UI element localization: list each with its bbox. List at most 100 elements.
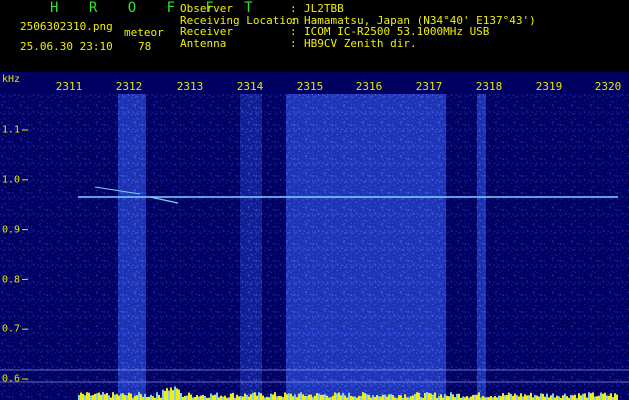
spectrum-bar xyxy=(416,392,418,400)
spectrum-bar xyxy=(372,395,374,400)
spectrum-bar xyxy=(378,396,380,400)
spectrum-bar xyxy=(304,395,306,400)
spectrum-bar xyxy=(458,393,460,400)
spectrum-bar xyxy=(596,396,598,400)
time-axis: 2311 2312 2313 2314 2315 2316 2317 2318 … xyxy=(0,80,629,94)
spectrum-bar xyxy=(284,392,286,400)
spectrum-bar xyxy=(438,396,440,400)
spectrum-bar xyxy=(170,387,172,400)
spectrum-bar xyxy=(318,393,320,400)
spectrum-bar xyxy=(336,393,338,400)
spectrum-bar xyxy=(98,392,100,400)
spectrum-bar xyxy=(316,393,318,400)
spectrum-bar xyxy=(244,393,246,400)
spectrum-bar xyxy=(94,393,96,400)
spectrum-bar xyxy=(538,396,540,400)
spectrum-bar xyxy=(164,390,166,400)
spectrum-bar xyxy=(368,394,370,400)
info-key: Receiver xyxy=(180,25,233,38)
spectrum-bar xyxy=(166,388,168,400)
spectrum-bar xyxy=(324,394,326,400)
spectrum-bar xyxy=(578,393,580,400)
time-label: 2313 xyxy=(176,80,204,93)
spectrum-bar xyxy=(306,395,308,400)
info-row-receiver: Receiver: ICOM IC-R2500 53.1000MHz USB xyxy=(180,26,536,38)
spectrum-bar xyxy=(354,396,356,400)
time-label: 2312 xyxy=(115,80,143,93)
spectrum-bar xyxy=(114,394,116,400)
spectrum-bar xyxy=(574,394,576,400)
meteor-label: meteor xyxy=(124,26,164,39)
spectrum-bar xyxy=(338,392,340,400)
spectrum-bar xyxy=(82,393,84,400)
header-panel: H R O F F T 2506302310.png 25.06.30 23:1… xyxy=(0,0,629,72)
spectrum-bar xyxy=(428,392,430,400)
spectrum-bar xyxy=(280,396,282,400)
spectrum-bar xyxy=(594,396,596,400)
spectrum-bar xyxy=(558,396,560,400)
spectrum-bar xyxy=(308,394,310,400)
spectrum-bar xyxy=(78,395,80,400)
spectrum-bar xyxy=(100,394,102,400)
spectrum-bar xyxy=(382,394,384,400)
spectrum-bar xyxy=(276,396,278,400)
spectrum-bar xyxy=(302,394,304,400)
spectrum-bar xyxy=(552,393,554,400)
spectrum-bar xyxy=(242,396,244,400)
spectrum-bar xyxy=(112,392,114,400)
spectrum-bar xyxy=(88,392,90,400)
spectrum-bar xyxy=(348,392,350,400)
spectrum-bar xyxy=(200,395,202,400)
time-label: 2320 xyxy=(594,80,622,93)
spectrum-bar xyxy=(250,394,252,400)
spectrum-bar xyxy=(476,394,478,400)
spectrum-bar xyxy=(490,396,492,400)
spectrum-bar xyxy=(600,392,602,400)
spectrum-bar xyxy=(614,393,616,400)
spectrum-bar xyxy=(570,395,572,400)
spectrum-bar xyxy=(134,395,136,400)
spectrum-bar xyxy=(290,393,292,400)
spectrum-bar xyxy=(340,395,342,400)
spectrum-bar xyxy=(220,395,222,400)
spectrum-bar xyxy=(184,395,186,400)
info-sep: : xyxy=(290,36,297,50)
spectrum-bar xyxy=(128,392,130,400)
spectrum-bar xyxy=(550,395,552,400)
spectrum-bar xyxy=(508,392,510,400)
spectrum-bar xyxy=(590,393,592,400)
spectrum-bar xyxy=(190,394,192,400)
spectrum-bar xyxy=(362,392,364,400)
spectrum-bar xyxy=(572,395,574,400)
spectrum-bar xyxy=(246,395,248,400)
spectrum-bar xyxy=(448,396,450,400)
spectrum-bar xyxy=(172,390,174,400)
spectrum-bar xyxy=(542,393,544,400)
spectrum-bar xyxy=(580,395,582,400)
spectrum-bar xyxy=(414,393,416,400)
spectrum-bar xyxy=(140,394,142,400)
spectrum-bar xyxy=(254,392,256,400)
meteor-count: 78 xyxy=(138,40,152,53)
capture-datetime: 25.06.30 23:10 xyxy=(20,40,113,53)
spectrum-bar xyxy=(124,394,126,400)
spectrum-bar xyxy=(102,392,104,400)
spectrum-bar xyxy=(616,394,618,400)
spectrum-bar xyxy=(176,388,178,400)
spectrum-bar xyxy=(106,393,108,400)
time-label: 2319 xyxy=(535,80,563,93)
spectrum-bar xyxy=(494,396,496,400)
spectrum-bar xyxy=(582,393,584,400)
spectrum-bar xyxy=(474,394,476,400)
spectrum-bar xyxy=(258,392,260,400)
spectrum-bar xyxy=(138,392,140,400)
station-info: Observer: JL2TBB Receiving Location: Hamam… xyxy=(180,3,536,49)
spectrum-bar xyxy=(516,395,518,400)
spectrum-bar xyxy=(376,395,378,400)
spectrum-bar xyxy=(400,395,402,400)
spectrum-bar xyxy=(366,394,368,400)
spectrum-bar xyxy=(326,395,328,400)
spectrum-bar xyxy=(440,394,442,400)
spectrum-bar xyxy=(398,395,400,400)
spectrum-bar xyxy=(92,395,94,400)
